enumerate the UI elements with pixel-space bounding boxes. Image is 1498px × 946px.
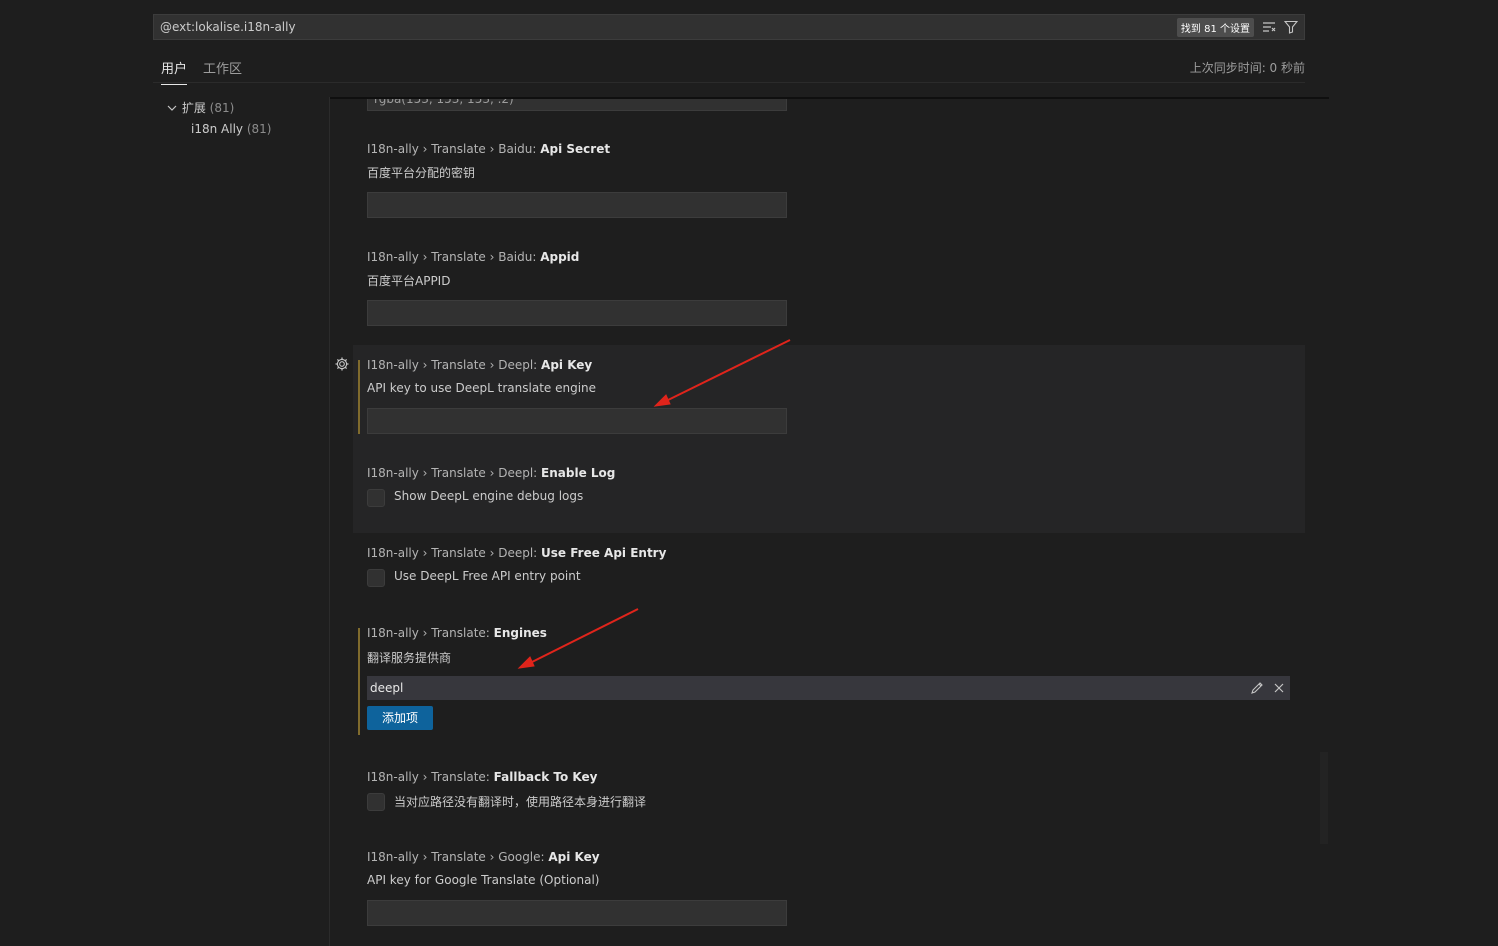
setting-description: API key to use DeepL translate engine (367, 381, 597, 395)
toc-item-i18n-ally[interactable]: i18n Ally (81) (191, 122, 271, 136)
setting-deepl-enable-log: I18n-ally › Translate › Deepl: Enable Lo… (353, 453, 1305, 533)
clear-filter-icon[interactable] (1260, 18, 1278, 36)
sync-status: 上次同步时间: 0 秒前 (1189, 61, 1305, 75)
settings-search-box[interactable]: @ext:lokalise.i18n-ally 找到 81 个设置 (153, 14, 1305, 40)
modified-indicator (358, 360, 360, 434)
setting-description: 翻译服务提供商 (367, 651, 452, 665)
scrollbar-thumb[interactable] (1320, 752, 1328, 844)
modified-indicator (358, 628, 360, 735)
setting-baidu-api-secret: I18n-ally › Translate › Baidu: Api Secre… (353, 129, 1305, 229)
baidu-api-secret-input[interactable] (367, 192, 787, 218)
engines-list-item[interactable]: deepl (367, 676, 1290, 700)
fallback-to-key-checkbox[interactable] (367, 793, 385, 811)
toc-group-extensions[interactable]: 扩展 (81) (166, 99, 234, 116)
checkbox-label: Use DeepL Free API entry point (394, 569, 581, 583)
setting-title: I18n-ally › Translate › Deepl: Enable Lo… (367, 466, 616, 480)
list-item-value: deepl (370, 681, 404, 695)
setting-deepl-api-key: I18n-ally › Translate › Deepl: Api Key A… (353, 345, 1305, 453)
setting-title: I18n-ally › Translate › Google: Api Key (367, 850, 600, 864)
setting-title: I18n-ally › Translate › Deepl: Api Key (367, 358, 593, 372)
tab-user[interactable]: 用户 (161, 58, 188, 85)
setting-engines: I18n-ally › Translate: Engines 翻译服务提供商 d… (353, 613, 1305, 753)
deepl-api-key-input[interactable] (367, 408, 787, 434)
filter-icon[interactable] (1282, 18, 1300, 36)
edit-icon[interactable] (1246, 677, 1268, 699)
setting-title: I18n-ally › Translate › Baidu: Api Secre… (367, 142, 611, 156)
partial-setting-input[interactable]: rgba(153, 153, 153, .2) (367, 99, 787, 111)
setting-baidu-appid: I18n-ally › Translate › Baidu: Appid 百度平… (353, 237, 1305, 337)
toc-item-count: (81) (246, 122, 272, 136)
setting-description: API key for Google Translate (Optional) (367, 873, 600, 887)
setting-title: I18n-ally › Translate › Baidu: Appid (367, 250, 580, 264)
google-api-key-input[interactable] (367, 900, 787, 926)
toc-group-label: 扩展 (181, 101, 206, 115)
remove-icon[interactable] (1268, 677, 1290, 699)
setting-deepl-use-free-api-entry: I18n-ally › Translate › Deepl: Use Free … (353, 533, 1305, 613)
setting-description: 百度平台APPID (367, 274, 451, 288)
gear-icon[interactable] (334, 356, 350, 372)
result-count-badge: 找到 81 个设置 (1176, 17, 1254, 37)
setting-description: 百度平台分配的密钥 (367, 166, 476, 180)
checkbox-label: Show DeepL engine debug logs (394, 489, 584, 503)
setting-title: I18n-ally › Translate › Deepl: Use Free … (367, 546, 667, 560)
setting-title: I18n-ally › Translate: Engines (367, 626, 547, 640)
toc-item-label: i18n Ally (191, 122, 244, 136)
use-free-api-checkbox[interactable] (367, 569, 385, 587)
setting-fallback-to-key: I18n-ally › Translate: Fallback To Key 当… (353, 757, 1305, 837)
settings-tabs: 用户 工作区 上次同步时间: 0 秒前 (153, 50, 1305, 85)
settings-editor: @ext:lokalise.i18n-ally 找到 81 个设置 用户 工作区… (0, 0, 1498, 946)
add-item-button[interactable]: 添加项 (367, 706, 434, 730)
baidu-appid-input[interactable] (367, 300, 787, 326)
settings-list: rgba(153, 153, 153, .2) I18n-ally › Tran… (330, 99, 1305, 946)
checkbox-label: 当对应路径没有翻译时，使用路径本身进行翻译 (394, 795, 647, 809)
search-input[interactable]: @ext:lokalise.i18n-ally (154, 20, 1177, 34)
tab-workspace[interactable]: 工作区 (203, 58, 242, 84)
enable-log-checkbox[interactable] (367, 489, 385, 507)
setting-google-api-key: I18n-ally › Translate › Google: Api Key … (353, 837, 1305, 937)
setting-title: I18n-ally › Translate: Fallback To Key (367, 770, 598, 784)
toc-group-count: (81) (209, 101, 235, 115)
chevron-down-icon (167, 105, 177, 111)
